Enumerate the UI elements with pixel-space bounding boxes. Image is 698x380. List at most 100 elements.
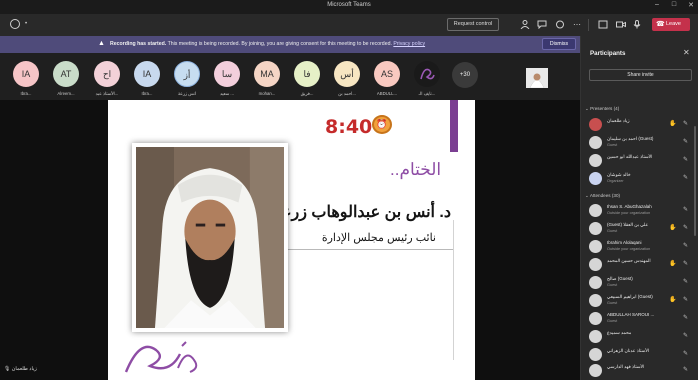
attendee-tile[interactable]: MA mohan... [253, 61, 281, 96]
speaker-photo [132, 143, 288, 332]
calligraphy-logo [120, 328, 210, 378]
chat-icon[interactable] [537, 20, 547, 30]
self-label: 🎙 زياد طلعمان [4, 366, 37, 372]
avatar: IA [134, 61, 160, 87]
participant-row[interactable]: خالد شوشان Organizer ✎ [589, 170, 693, 187]
mic-off-icon: ✎ [683, 157, 689, 163]
attendee-strip: IA Ibra... AT Alreem... اح الأستاذ عبد..… [0, 53, 580, 100]
participant-name: (Guest) علي بن العقلا [607, 222, 649, 227]
mic-off-icon: ✎ [683, 333, 689, 339]
attendee-tile[interactable]: AT Alreem... [52, 61, 80, 96]
share-invite-label: Share invite [627, 72, 654, 78]
request-control-button[interactable]: Request control [447, 18, 499, 31]
participant-row[interactable]: الأستاذ عبدالله أبو حسين ✎ [589, 152, 693, 169]
presenters-label: Presenters (4) [590, 106, 620, 111]
timer-icon [10, 19, 20, 29]
participant-name: الأستاذ عدنان الزهراني [607, 348, 650, 353]
attendee-name: أحمد بن... [338, 91, 356, 96]
participant-name: المهندس حسين المحمد [607, 258, 651, 263]
participant-status: Outside your organization [607, 247, 651, 251]
attendee-tile[interactable]: اح الأستاذ عبد... [93, 61, 121, 97]
slide-divider [453, 220, 454, 360]
attendee-tile[interactable]: أز أنس زرعة [173, 61, 201, 97]
share-invite-button[interactable]: Share invite [589, 69, 692, 81]
participant-row[interactable]: Ihsan S. AbuGhazalah Outside your organi… [589, 202, 693, 219]
attendee-tile[interactable]: IA Ibra... [12, 61, 40, 96]
speaker-name: د. أنس بن عبدالوهاب زرعة [273, 204, 451, 221]
presenters-section-label[interactable]: ⌄ Presenters (4) [585, 106, 619, 112]
participant-row[interactable]: الأستاذ عدنان الزهراني ✎ [589, 346, 693, 363]
attendee-tile[interactable]: IA Ibra... [133, 61, 161, 96]
participant-status: Guest [607, 143, 618, 147]
attendee-name: الأستاذ عبد... [95, 91, 119, 96]
reactions-icon[interactable] [555, 20, 565, 29]
participant-name: أحمد بن سليمان (Guest) [607, 136, 654, 141]
scrollbar[interactable] [694, 126, 696, 236]
mic-off-icon: ✎ [683, 243, 689, 249]
self-video-thumbnail[interactable] [526, 68, 548, 89]
maximize-button[interactable]: □ [667, 1, 681, 8]
attendee-name: Ibra... [141, 91, 153, 96]
mic-off-icon: ✎ [683, 297, 689, 303]
mic-off-icon: ✎ [683, 207, 689, 213]
participant-status: Organizer [607, 179, 624, 183]
participant-row[interactable]: Ibrahim Alolaqani Outside your organizat… [589, 238, 693, 255]
participant-name: ابراهيم السبيعي (Guest) [607, 294, 653, 299]
raised-hand-icon: ✋ [669, 297, 677, 303]
participant-row[interactable]: (Guest) علي بن العقلا Guest ✋ ✎ [589, 220, 693, 237]
avatar [589, 330, 602, 343]
view-icon[interactable] [598, 20, 608, 29]
close-icon[interactable]: ✕ [683, 48, 690, 57]
participant-name: محمد سميدع [607, 330, 632, 335]
camera-icon[interactable] [616, 20, 626, 29]
attendee-tile[interactable]: سا سعيد ... [213, 61, 241, 97]
mic-off-icon: ✎ [683, 121, 689, 127]
attendee-tile[interactable]: أس أحمد بن... [333, 61, 361, 97]
participant-row[interactable]: زياد طلعمان ✋ ✎ [589, 116, 693, 133]
attendee-tile[interactable]: فا فريق... [293, 61, 321, 97]
leave-button[interactable]: ☎ Leave [652, 18, 690, 31]
participant-name: Ihsan S. AbuGhazalah [607, 204, 652, 209]
avatar [589, 240, 602, 253]
avatar: أز [174, 61, 200, 87]
attendee-tile[interactable]: نايف الـ... [413, 61, 441, 97]
avatar [589, 204, 602, 217]
people-icon[interactable] [520, 20, 530, 30]
minimize-button[interactable]: – [650, 1, 664, 8]
participant-row[interactable]: ABDULLAH SAROUI ... Guest ✎ [589, 310, 693, 327]
mic-icon[interactable] [632, 20, 642, 29]
participant-status: Outside your organization [607, 211, 651, 215]
avatar [589, 348, 602, 361]
avatar [589, 312, 602, 325]
mic-off-icon: ✎ [683, 367, 689, 373]
participant-row[interactable]: أحمد بن سليمان (Guest) Guest ✎ [589, 134, 693, 151]
avatar [414, 61, 440, 87]
avatar [589, 118, 602, 131]
recording-title: Recording has started. [110, 41, 167, 47]
attendees-section-label[interactable]: ⌄ Attendees (30) [585, 193, 620, 199]
more-icon[interactable]: ⋯ [572, 20, 582, 29]
participant-row[interactable]: ابراهيم السبيعي (Guest) Guest ✋ ✎ [589, 292, 693, 309]
participant-name: Ibrahim Alolaqani [607, 240, 642, 245]
participant-name: الأستاذ فهد الدارسي [607, 364, 645, 369]
close-window-button[interactable]: ✕ [684, 1, 698, 9]
avatar [589, 222, 602, 235]
dismiss-button[interactable]: Dismiss [542, 38, 576, 50]
avatar: أس [334, 61, 360, 87]
window-title: Microsoft Teams [327, 2, 371, 8]
privacy-policy-link[interactable]: Privacy policy [393, 41, 425, 47]
participant-name: الأستاذ عبدالله أبو حسين [607, 154, 653, 159]
avatar [589, 276, 602, 289]
participant-row[interactable]: محمد سميدع ✎ [589, 328, 693, 345]
participants-title: Participants [590, 50, 626, 57]
participant-row[interactable]: صالح (Guest) Guest ✎ [589, 274, 693, 291]
participant-row[interactable]: المهندس حسين المحمد ✋ ✎ [589, 256, 693, 273]
participants-panel: Participants ✕ Share invite ⌄ Presenters… [580, 36, 698, 380]
participant-name: خالد شوشان [607, 172, 631, 177]
alarm-clock-icon: ⏰ [372, 115, 392, 134]
chevron-down-icon: ⌄ [585, 193, 589, 198]
avatar: IA [13, 61, 39, 87]
participant-row[interactable]: الأستاذ فهد الدارسي ✎ [589, 362, 693, 379]
more-attendees-button[interactable]: +30 [452, 62, 478, 88]
attendee-tile[interactable]: AS ABDULL... [373, 61, 401, 96]
